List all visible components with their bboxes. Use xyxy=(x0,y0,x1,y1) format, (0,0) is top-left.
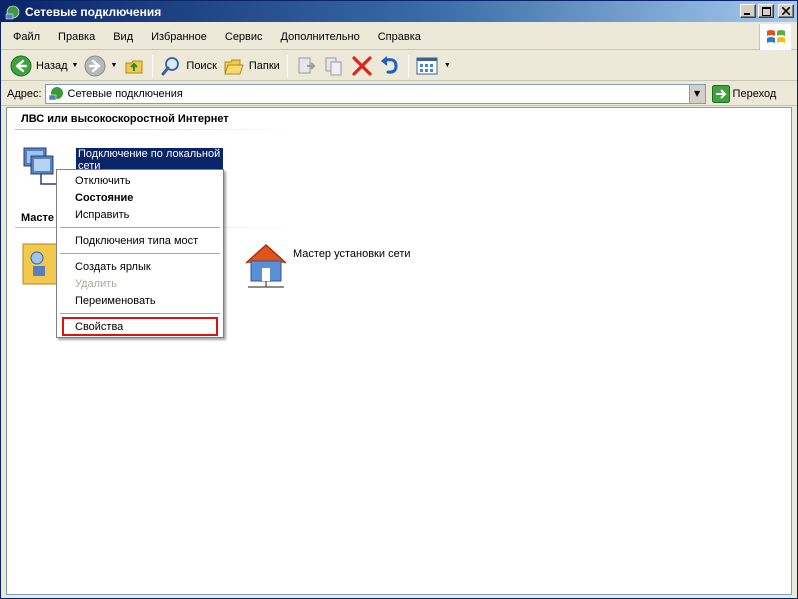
menu-item-bridge-connections[interactable]: Подключения типа мост xyxy=(57,233,223,249)
minimize-icon xyxy=(744,13,750,15)
go-arrow-icon xyxy=(711,84,730,103)
chevron-down-icon: ▼ xyxy=(693,89,701,98)
toolbar: Назад ▼ ▼ Поиск Папки ▼ xyxy=(1,51,797,81)
address-label: Адрес: xyxy=(7,87,42,100)
forward-arrow-icon xyxy=(84,55,106,76)
network-connections-icon xyxy=(5,4,21,20)
network-setup-wizard-label[interactable]: Мастер установки сети xyxy=(293,248,411,260)
folders-button[interactable]: Папки xyxy=(220,53,283,79)
explorer-window: Сетевые подключения Файл Правка Вид Избр… xyxy=(0,0,798,599)
copy-to-button[interactable] xyxy=(320,53,348,79)
menu-file[interactable]: Файл xyxy=(4,31,49,43)
menu-bar: Файл Правка Вид Избранное Сервис Дополни… xyxy=(1,24,797,50)
context-menu: Отключить Состояние Исправить Подключени… xyxy=(56,169,224,338)
folders-icon xyxy=(224,59,244,74)
network-connections-icon xyxy=(48,86,63,100)
undo-icon xyxy=(380,55,398,74)
up-folder-button[interactable] xyxy=(120,53,148,79)
menu-item-delete: Удалить xyxy=(75,278,117,290)
windows-logo-icon xyxy=(759,24,791,50)
menu-separator xyxy=(60,227,220,228)
move-to-icon xyxy=(298,57,316,73)
properties-highlight-box xyxy=(62,317,218,336)
menu-view[interactable]: Вид xyxy=(104,31,142,43)
menu-edit[interactable]: Правка xyxy=(49,31,104,43)
address-value: Сетевые подключения xyxy=(67,87,183,100)
menu-item-status[interactable]: Состояние xyxy=(57,190,223,206)
menu-item-rename[interactable]: Переименовать xyxy=(57,293,223,309)
views-dropdown-icon[interactable]: ▼ xyxy=(444,62,451,69)
toolbar-separator xyxy=(152,54,154,77)
back-label: Назад xyxy=(36,59,68,72)
window-controls xyxy=(740,4,794,18)
go-label: Переход xyxy=(732,87,777,100)
group-divider xyxy=(15,129,295,130)
group-title-lan: ЛВС или высокоскоростной Интернет xyxy=(21,113,229,125)
views-icon xyxy=(416,57,438,74)
menu-help[interactable]: Справка xyxy=(369,31,430,43)
menu-item-disable[interactable]: Отключить xyxy=(57,173,223,189)
maximize-button[interactable] xyxy=(758,4,774,18)
address-bar: Адрес: Сетевые подключения ▼ Переход xyxy=(1,82,797,106)
menu-separator xyxy=(60,313,220,314)
views-button[interactable]: ▼ xyxy=(413,53,454,79)
menu-item-create-shortcut[interactable]: Создать ярлык xyxy=(57,259,223,275)
wizard-folder-icon[interactable] xyxy=(21,240,61,288)
menu-advanced[interactable]: Дополнительно xyxy=(272,31,369,43)
delete-icon xyxy=(352,55,372,76)
forward-dropdown-icon[interactable]: ▼ xyxy=(110,62,117,69)
move-to-button[interactable] xyxy=(292,53,320,79)
folders-label: Папки xyxy=(248,59,280,72)
menu-favorites[interactable]: Избранное xyxy=(142,31,216,43)
title-bar[interactable]: Сетевые подключения xyxy=(1,1,797,22)
back-dropdown-icon[interactable]: ▼ xyxy=(72,62,79,69)
menu-separator xyxy=(60,253,220,254)
toolbar-separator xyxy=(407,54,409,77)
menu-item-repair[interactable]: Исправить xyxy=(57,207,223,223)
close-button[interactable] xyxy=(778,4,794,18)
toolbar-separator xyxy=(286,54,288,77)
copy-to-icon xyxy=(325,57,342,75)
group-title-wizard: Масте xyxy=(21,212,55,224)
delete-button[interactable] xyxy=(348,53,376,79)
forward-button[interactable]: ▼ xyxy=(81,53,120,79)
search-label: Поиск xyxy=(186,59,217,72)
search-button[interactable]: Поиск xyxy=(157,53,219,79)
undo-button[interactable] xyxy=(376,53,404,79)
address-dropdown-button[interactable]: ▼ xyxy=(688,84,705,103)
address-input[interactable]: Сетевые подключения ▼ xyxy=(44,83,706,104)
back-button[interactable]: Назад ▼ xyxy=(7,53,81,79)
folder-up-icon xyxy=(125,60,143,73)
search-icon xyxy=(161,56,180,75)
close-icon xyxy=(782,7,790,15)
network-setup-wizard-icon[interactable] xyxy=(242,241,290,289)
window-title: Сетевые подключения xyxy=(25,4,162,19)
maximize-icon xyxy=(761,6,771,16)
go-button[interactable]: Переход xyxy=(711,84,777,103)
menu-tools[interactable]: Сервис xyxy=(216,31,272,43)
back-arrow-icon xyxy=(10,55,32,76)
minimize-button[interactable] xyxy=(740,4,756,18)
